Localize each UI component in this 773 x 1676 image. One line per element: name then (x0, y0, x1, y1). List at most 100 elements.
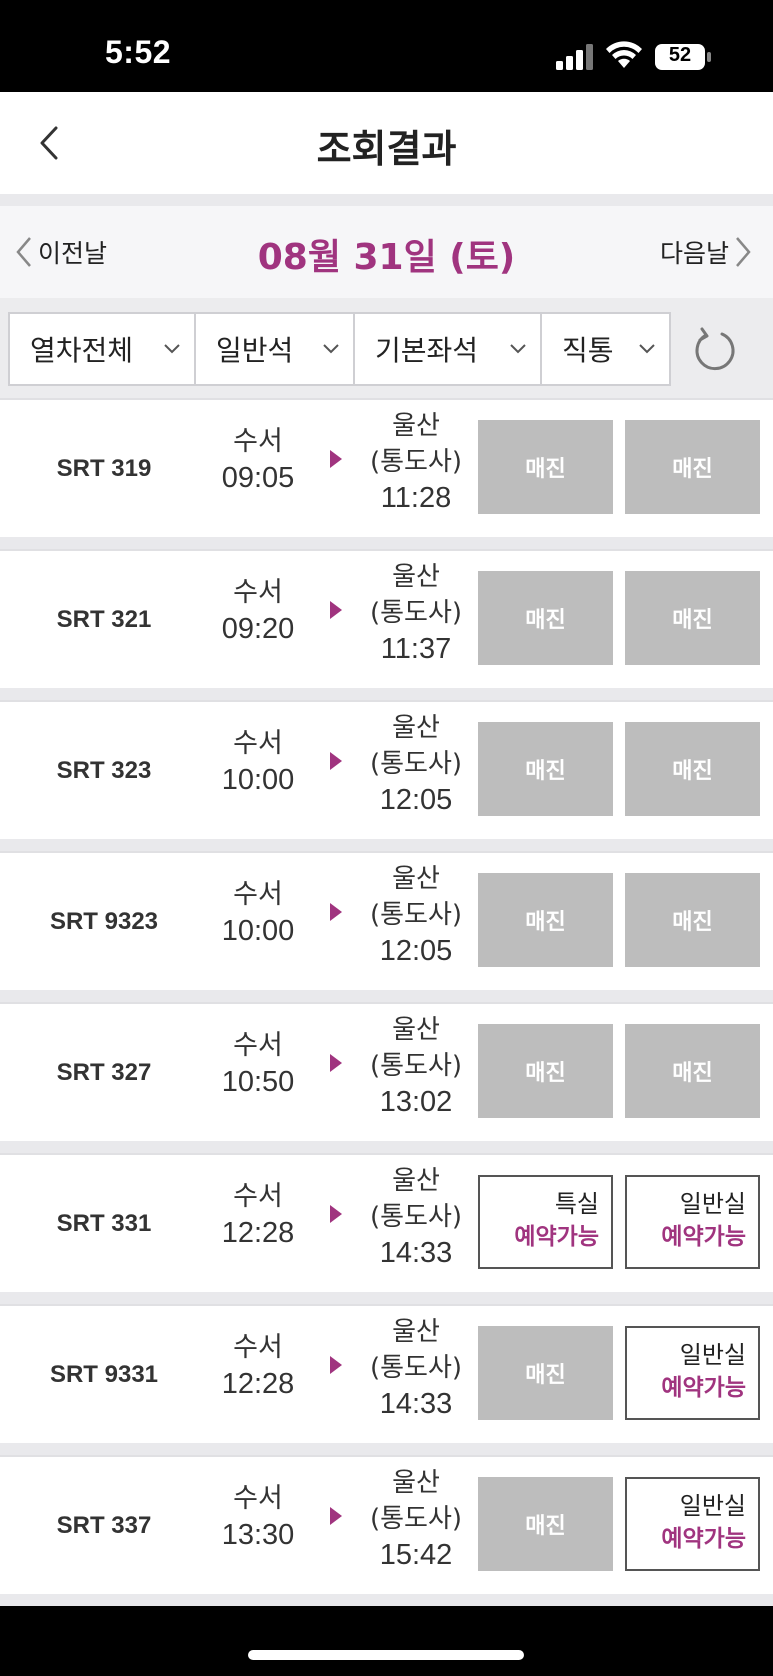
train-row[interactable]: SRT 9323 수서 10:00 울산 (통도사) 12:05 매진 매진 (0, 851, 773, 1002)
seat1-sold-out-button[interactable]: 매진 (478, 1024, 613, 1118)
departure-station: 수서 (233, 577, 283, 608)
arrival-station-sub: (통도사) (369, 1202, 463, 1232)
filter-bar: 열차전체 일반석 기본좌석 직통 (0, 298, 773, 398)
seat2-reserve-button[interactable]: 일반실 예약가능 (625, 1175, 760, 1269)
arrival: 울산 (통도사) 14:33 (356, 1163, 476, 1271)
cellular-signal-icon (556, 44, 593, 70)
app-screen: 조회결과 이전날 08월 31일 (토) 다음날 열차전체 일반석 기본좌석 직… (0, 92, 773, 1606)
departure-station: 수서 (233, 1332, 283, 1363)
chevron-down-icon (164, 344, 180, 354)
refresh-icon[interactable] (692, 326, 740, 374)
battery-icon: 52 (654, 43, 712, 71)
filter-seat-class[interactable]: 일반석 (196, 314, 355, 384)
train-row[interactable]: SRT 337 수서 13:30 울산 (통도사) 15:42 매진 일반실 예… (0, 1455, 773, 1606)
train-row[interactable]: SRT 319 수서 09:05 울산 (통도사) 11:28 매진 매진 (0, 398, 773, 549)
seat2-sold-out-button[interactable]: 매진 (625, 1024, 760, 1118)
page-title: 조회결과 (316, 127, 457, 171)
filter-label: 기본좌석 (375, 334, 479, 367)
chevron-down-icon (323, 344, 339, 354)
seat-status-label: 매진 (672, 608, 713, 633)
seat1-reserve-button[interactable]: 특실 예약가능 (478, 1175, 613, 1269)
filter-train-type[interactable]: 열차전체 (10, 314, 196, 384)
train-row[interactable]: SRT 9331 수서 12:28 울산 (통도사) 14:33 매진 일반실 … (0, 1304, 773, 1455)
arrival-station: 울산 (392, 864, 440, 894)
train-number: SRT 321 (56, 605, 152, 633)
arrival-time: 12:05 (379, 935, 453, 967)
seat-status-label: 매진 (672, 457, 713, 482)
filter-label: 일반석 (216, 334, 294, 367)
departure: 수서 09:05 (200, 424, 316, 496)
wifi-icon (606, 41, 642, 68)
train-number: SRT 9323 (49, 907, 159, 935)
seat-status-label: 예약가능 (661, 1526, 746, 1552)
train-row[interactable]: SRT 321 수서 09:20 울산 (통도사) 11:37 매진 매진 (0, 549, 773, 700)
seat2-reserve-button[interactable]: 일반실 예약가능 (625, 1326, 760, 1420)
arrival-station-sub: (통도사) (369, 900, 463, 930)
arrival-station-sub: (통도사) (369, 447, 463, 477)
seat-status-label: 매진 (525, 1061, 566, 1086)
arrival: 울산 (통도사) 15:42 (356, 1465, 476, 1573)
departure-time: 09:20 (221, 613, 295, 645)
arrival-station-sub: (통도사) (369, 598, 463, 628)
seat1-sold-out-button[interactable]: 매진 (478, 722, 613, 816)
departure: 수서 12:28 (200, 1179, 316, 1251)
filter-seat-type[interactable]: 기본좌석 (355, 314, 542, 384)
divider (0, 194, 773, 206)
seat1-sold-out-button[interactable]: 매진 (478, 1326, 613, 1420)
departure-time: 12:28 (221, 1368, 295, 1400)
arrival-station: 울산 (392, 713, 440, 743)
filter-route[interactable]: 직통 (542, 314, 669, 384)
seat2-sold-out-button[interactable]: 매진 (625, 873, 760, 967)
play-arrow-icon (330, 1507, 342, 1525)
filter-label: 직통 (562, 334, 614, 367)
seat1-sold-out-button[interactable]: 매진 (478, 873, 613, 967)
train-number: SRT 327 (56, 1058, 152, 1086)
status-time: 5:52 (105, 34, 172, 70)
arrival-time: 15:42 (379, 1539, 453, 1571)
seat-class-label: 일반실 (679, 1190, 746, 1218)
next-day-button[interactable]: 다음날 (660, 228, 753, 276)
seat2-sold-out-button[interactable]: 매진 (625, 571, 760, 665)
departure-station: 수서 (233, 426, 283, 457)
arrival-station: 울산 (392, 1317, 440, 1347)
result-list: SRT 319 수서 09:05 울산 (통도사) 11:28 매진 매진 SR… (0, 398, 773, 1606)
arrival: 울산 (통도사) 13:02 (356, 1012, 476, 1120)
play-arrow-icon (330, 752, 342, 770)
seat-status-label: 매진 (525, 1514, 566, 1539)
arrival-time: 14:33 (379, 1388, 453, 1420)
departure-time: 10:50 (221, 1066, 295, 1098)
play-arrow-icon (330, 601, 342, 619)
arrival: 울산 (통도사) 12:05 (356, 710, 476, 818)
departure-station: 수서 (233, 1030, 283, 1061)
seat1-sold-out-button[interactable]: 매진 (478, 1477, 613, 1571)
seat2-sold-out-button[interactable]: 매진 (625, 420, 760, 514)
train-row[interactable]: SRT 327 수서 10:50 울산 (통도사) 13:02 매진 매진 (0, 1002, 773, 1153)
seat-status-label: 매진 (672, 1061, 713, 1086)
seat-class-label: 특실 (554, 1190, 599, 1218)
seat2-reserve-button[interactable]: 일반실 예약가능 (625, 1477, 760, 1571)
arrival-station-sub: (통도사) (369, 1051, 463, 1081)
seat1-sold-out-button[interactable]: 매진 (478, 420, 613, 514)
departure-station: 수서 (233, 1181, 283, 1212)
train-number: SRT 319 (56, 454, 152, 482)
play-arrow-icon (330, 1054, 342, 1072)
seat1-sold-out-button[interactable]: 매진 (478, 571, 613, 665)
train-row[interactable]: SRT 331 수서 12:28 울산 (통도사) 14:33 특실 예약가능 … (0, 1153, 773, 1304)
train-number: SRT 9331 (49, 1360, 159, 1388)
chevron-down-icon (510, 344, 526, 354)
seat-status-label: 매진 (672, 910, 713, 935)
departure-station: 수서 (233, 879, 283, 910)
seat-status-label: 매진 (525, 608, 566, 633)
next-day-label: 다음날 (659, 239, 729, 268)
home-indicator[interactable] (248, 1650, 524, 1660)
seat-status-label: 매진 (525, 759, 566, 784)
departure: 수서 13:30 (200, 1481, 316, 1553)
departure: 수서 10:00 (200, 726, 316, 798)
seat2-sold-out-button[interactable]: 매진 (625, 722, 760, 816)
train-row[interactable]: SRT 323 수서 10:00 울산 (통도사) 12:05 매진 매진 (0, 700, 773, 851)
arrival-time: 12:05 (379, 784, 453, 816)
arrival: 울산 (통도사) 12:05 (356, 861, 476, 969)
departure-time: 13:30 (221, 1519, 295, 1551)
home-bar (0, 1606, 773, 1676)
train-number: SRT 323 (56, 756, 152, 784)
